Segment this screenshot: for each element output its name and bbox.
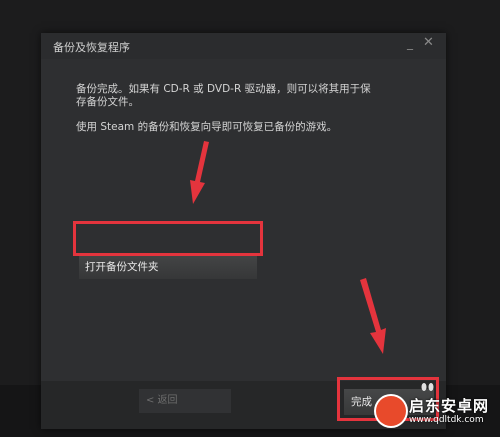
arrow-icon <box>190 141 209 204</box>
back-button[interactable]: < 返回 <box>139 389 231 413</box>
watermark-brand: 启东安卓网 <box>409 397 490 415</box>
message-line-3: 使用 Steam 的备份和恢复向导即可恢复已备份的游戏。 <box>76 121 338 133</box>
watermark-logo-icon <box>376 396 406 426</box>
open-folder-highlight <box>73 221 263 256</box>
open-backup-folder-button[interactable]: 打开备份文件夹 <box>79 255 257 279</box>
arrow-icon <box>360 278 386 354</box>
watermark-url: www.qdltdk.com <box>409 415 484 425</box>
paw-icon <box>421 383 434 391</box>
close-icon[interactable]: ✕ <box>423 36 435 49</box>
minimize-icon[interactable]: _ <box>407 37 417 49</box>
dialog-title: 备份及恢复程序 <box>53 41 130 54</box>
message-line-1: 备份完成。如果有 CD-R 或 DVD-R 驱动器，则可以将其用于保 <box>76 83 371 95</box>
message-line-2: 存备份文件。 <box>76 96 139 108</box>
watermark: 启东安卓网 www.qdltdk.com <box>376 382 500 437</box>
titlebar: 备份及恢复程序 _ ✕ <box>41 33 446 59</box>
